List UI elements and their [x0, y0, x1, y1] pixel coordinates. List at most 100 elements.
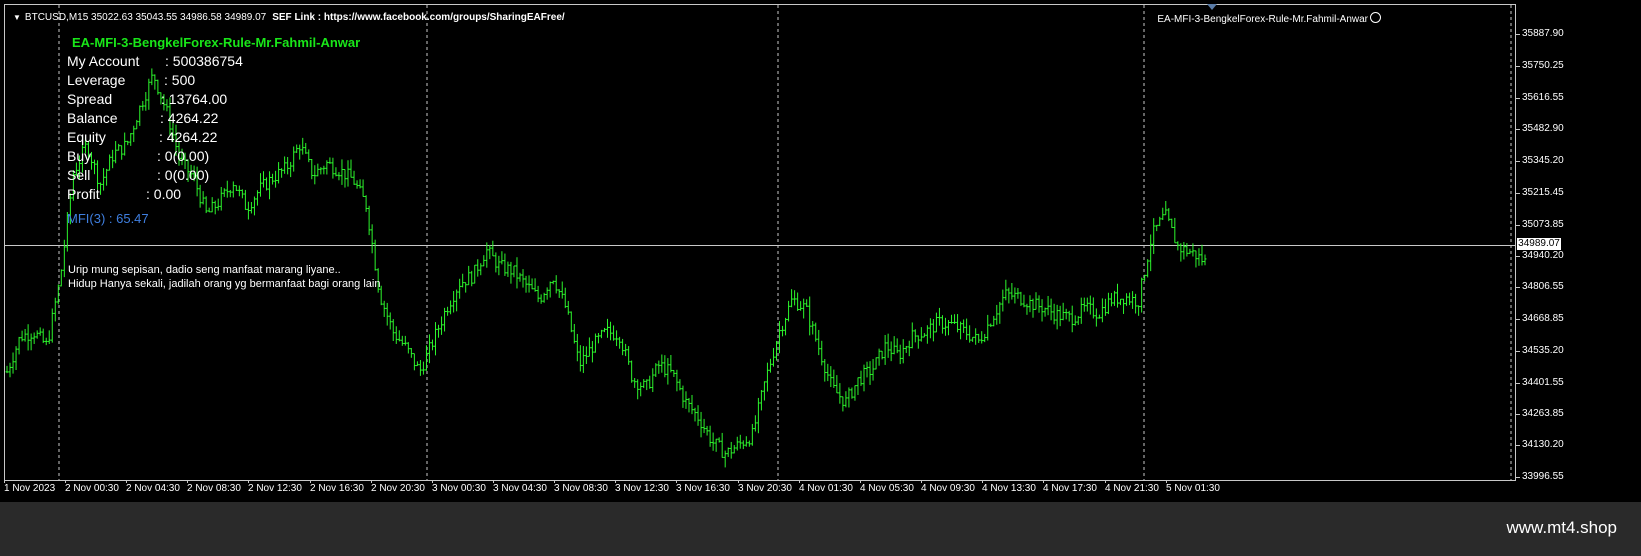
candle — [1019, 291, 1023, 306]
info-row-sell: Sell: 0(0.00) — [67, 167, 210, 183]
mfi-value: MFI(3) : 65.47 — [67, 211, 149, 226]
candle — [50, 308, 54, 343]
time-tick: 5 Nov 01:30 — [1166, 480, 1220, 494]
time-tick: 2 Nov 12:30 — [248, 480, 302, 494]
candle — [150, 68, 154, 86]
candle — [1079, 297, 1083, 324]
candle — [1028, 295, 1032, 313]
candle — [265, 177, 269, 191]
candle — [1182, 241, 1186, 260]
chart-plot-area[interactable]: ▼ BTCUSD,M15 35022.63 35043.55 34986.58 3… — [4, 4, 1516, 481]
candle — [41, 328, 45, 344]
candle — [141, 100, 145, 111]
candle — [23, 328, 27, 342]
smiley-icon[interactable] — [1370, 12, 1381, 23]
candle — [974, 328, 978, 345]
chart-window[interactable]: ▼ BTCUSD,M15 35022.63 35043.55 34986.58 3… — [0, 0, 1641, 502]
candle — [434, 322, 438, 356]
candle — [971, 336, 975, 342]
candle — [289, 161, 293, 178]
candle — [277, 162, 281, 184]
candle — [672, 369, 676, 378]
candle — [666, 358, 670, 385]
time-tick: 2 Nov 20:30 — [371, 480, 425, 494]
candle — [904, 345, 908, 353]
candle — [1037, 295, 1041, 313]
candle — [1001, 289, 1005, 312]
price-tick: 35482.90 — [1516, 123, 1564, 134]
candle — [252, 196, 256, 216]
candle — [1067, 310, 1071, 322]
candle — [382, 300, 386, 317]
candle — [222, 188, 226, 197]
time-tick: 4 Nov 05:30 — [860, 480, 914, 494]
candle — [370, 224, 374, 254]
candle — [639, 382, 643, 397]
candle — [1100, 298, 1104, 323]
candle — [934, 312, 938, 333]
candle — [32, 332, 36, 344]
ea-name-top-right: EA-MFI-3-BengkelForex-Rule-Mr.Fahmil-Anw… — [1157, 12, 1381, 25]
candle — [346, 160, 350, 187]
candle — [883, 334, 887, 365]
candle — [621, 338, 625, 356]
candle — [1137, 305, 1141, 316]
time-axis[interactable]: 1 Nov 2023 2 Nov 00:30 2 Nov 04:30 2 Nov… — [4, 480, 1516, 502]
price-axis[interactable]: 35887.90 35750.25 35616.55 35482.90 3534… — [1516, 4, 1641, 482]
candle — [1122, 298, 1126, 314]
candle — [123, 132, 127, 156]
candle — [225, 180, 229, 198]
candle — [361, 179, 365, 198]
ea-panel-title: EA-MFI-3-BengkelForex-Rule-Mr.Fahmil-Anw… — [72, 35, 361, 50]
candle — [455, 289, 459, 312]
candle — [980, 331, 984, 344]
candle — [310, 159, 314, 180]
price-tick: 34401.55 — [1516, 377, 1564, 388]
candle — [1061, 302, 1065, 321]
candle — [126, 140, 130, 146]
candle — [388, 312, 392, 330]
candle — [548, 281, 552, 298]
candle — [1167, 208, 1171, 222]
candle — [1073, 315, 1077, 326]
candle — [735, 436, 739, 451]
candle — [500, 251, 504, 265]
chart-menu-triangle-icon[interactable]: ▼ — [13, 13, 21, 22]
candle — [325, 160, 329, 175]
candle — [648, 375, 652, 389]
info-row-account: My Account: 500386754 — [67, 53, 243, 69]
candle — [1007, 287, 1011, 304]
candle — [925, 325, 929, 344]
candle — [1031, 298, 1035, 318]
candle — [304, 142, 308, 154]
candle — [998, 301, 1002, 324]
candle — [470, 270, 474, 287]
candle — [1146, 259, 1150, 278]
time-tick: 4 Nov 21:30 — [1105, 480, 1159, 494]
candle — [334, 167, 338, 177]
candle — [1164, 200, 1168, 216]
candle — [135, 119, 139, 130]
price-tick: 34940.20 — [1516, 250, 1564, 261]
candle — [615, 330, 619, 347]
symbol-ohlc: BTCUSD,M15 35022.63 35043.55 34986.58 34… — [24, 12, 267, 23]
candle — [59, 269, 63, 287]
candle — [606, 318, 610, 338]
candle — [838, 383, 842, 404]
candle — [385, 302, 389, 326]
candle — [720, 432, 724, 458]
candle — [581, 346, 585, 374]
candle — [415, 361, 419, 367]
candle — [624, 343, 628, 357]
candle — [53, 297, 57, 322]
candle — [1094, 308, 1098, 327]
candle — [817, 329, 821, 356]
candle — [747, 440, 751, 447]
candle — [129, 133, 133, 146]
candle — [1064, 308, 1068, 320]
candle — [714, 438, 718, 452]
candle — [805, 299, 809, 307]
candle — [901, 339, 905, 364]
candle — [349, 159, 353, 178]
chart-shift-marker-icon[interactable] — [1207, 4, 1217, 10]
